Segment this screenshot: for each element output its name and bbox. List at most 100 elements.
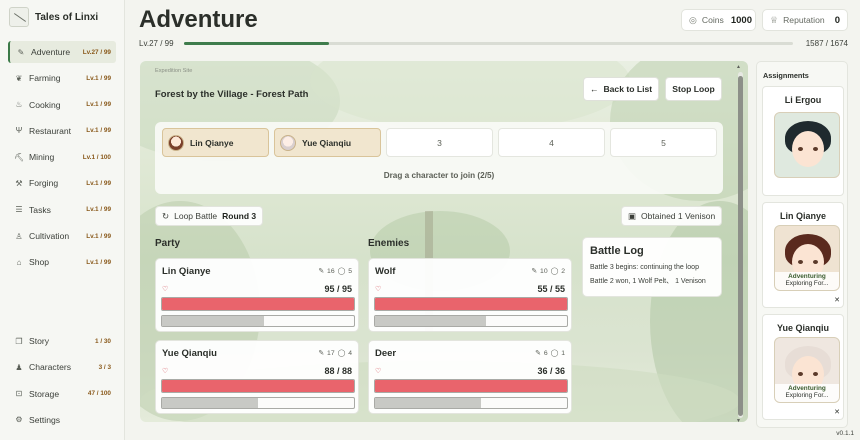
sidebar-item-level: Lv.1 / 99	[86, 101, 111, 109]
hp-bar-fill	[375, 298, 567, 310]
assignment-card[interactable]: Lin Qianye Adventuring Exploring For... ✕	[762, 202, 844, 308]
reputation-label: Reputation	[783, 15, 825, 25]
sword-icon: ✎	[318, 268, 325, 275]
shield-icon: ◯	[550, 268, 559, 275]
sidebar-item-label: Mining	[29, 152, 55, 163]
team-slot-2[interactable]: Yue Qianqiu	[274, 128, 381, 157]
portrait-eyes	[798, 372, 818, 376]
sidebar-item-level: 1 / 30	[95, 337, 111, 345]
avatar	[280, 134, 296, 151]
sidebar-item-story[interactable]: ❐ Story 1 / 30	[8, 330, 116, 352]
unit-stats: ✎ 10 ◯ 2	[531, 267, 565, 276]
loop-battle-label: Loop Battle	[174, 211, 218, 221]
team-slot-4[interactable]: 4	[498, 128, 605, 157]
coin-icon: ◎	[689, 14, 697, 25]
obtained-badge: ▣ Obtained 1 Venison	[621, 206, 723, 226]
hp-text: 88 / 88	[324, 366, 352, 376]
assignment-card[interactable]: Yue Qianqiu Adventuring Exploring For... ✕	[762, 314, 844, 420]
loop-battle-indicator: ↻ Loop Battle Round 3	[155, 206, 264, 226]
sword-icon: ✎	[531, 268, 538, 275]
brand: Tales of Linxi	[9, 7, 98, 27]
trophy-icon: ♕	[770, 14, 779, 25]
remove-icon[interactable]: ✕	[834, 408, 840, 416]
sword-icon: ✎	[535, 350, 541, 357]
sidebar-item-shop[interactable]: ⌂ Shop Lv.1 / 99	[8, 251, 116, 273]
obtained-text: Obtained 1 Venison	[641, 211, 716, 221]
attack-value: 17	[327, 349, 335, 357]
team-slot-label: Yue Qianqiu	[302, 137, 352, 148]
sidebar-item-restaurant[interactable]: Ψ Restaurant Lv.1 / 99	[8, 120, 116, 142]
forging-icon: ⚒	[15, 178, 23, 188]
team-slot-5[interactable]: 5	[610, 128, 717, 157]
unit-stats: ✎ 6 ◯ 1	[535, 349, 565, 358]
hp-bar	[161, 297, 355, 311]
status-overlay: Adventuring Exploring For...	[775, 384, 839, 402]
sidebar-item-characters[interactable]: ♟ Characters 3 / 3	[8, 356, 116, 378]
status-overlay: Adventuring Exploring For...	[775, 272, 839, 290]
hp-bar	[374, 379, 568, 393]
shop-icon: ⌂	[16, 257, 22, 267]
scrollbar-thumb[interactable]	[738, 76, 743, 416]
scroll-up-icon[interactable]: ▲	[736, 64, 741, 70]
back-to-list-label: Back to List	[603, 84, 653, 94]
team-slot-1[interactable]: Lin Qianye	[162, 128, 269, 157]
scroll-down-icon[interactable]: ▼	[736, 418, 741, 424]
team-slots-panel: Lin Qianye Yue Qianqiu 3 4 5 Drag a characte…	[155, 122, 723, 194]
sword-icon: ✎	[318, 350, 325, 357]
sidebar-item-farming[interactable]: ❦ Farming Lv.1 / 99	[8, 67, 116, 89]
sidebar-item-settings[interactable]: ⚙ Settings	[8, 409, 116, 431]
sidebar-item-label: Restaurant	[29, 125, 72, 136]
arrow-left-icon: ←	[589, 84, 599, 94]
battle-log-line: Battle 3 begins: continuing the loop	[590, 264, 699, 271]
sidebar-item-tasks[interactable]: ☰ Tasks Lv.1 / 99	[8, 199, 116, 221]
sidebar-item-label: Adventure	[31, 47, 71, 57]
character-portrait	[774, 112, 840, 178]
hp-text: 55 / 55	[537, 284, 565, 294]
action-timer-bar	[374, 315, 568, 327]
stop-loop-button[interactable]: Stop Loop	[665, 77, 722, 101]
enemy-card: Deer ✎ 6 ◯ 1 ♡ 36 / 36	[368, 340, 572, 414]
reputation-value: 0	[834, 14, 840, 26]
party-card: Lin Qianye ✎ 16 ◯ 5 ♡ 95 / 95	[155, 258, 359, 332]
battle-log: Battle Log Battle 3 begins: continuing t…	[582, 237, 722, 297]
assignments-panel: Assignments Li Ergou Lin Qianye Adventurin…	[756, 61, 848, 428]
sidebar-item-storage[interactable]: ⊡ Storage 47 / 100	[8, 383, 116, 405]
sidebar-item-level: 47 / 100	[87, 390, 111, 398]
sidebar-item-cooking[interactable]: ♨ Cooking Lv.1 / 99	[8, 94, 116, 116]
sidebar-item-label: Cooking	[29, 99, 61, 110]
sidebar-nav-bottom: ❐ Story 1 / 30 ♟ Characters 3 / 3 ⊡ Storage 47 /…	[8, 330, 116, 435]
team-slot-3[interactable]: 3	[386, 128, 493, 157]
unit-stats: ✎ 17 ◯ 4	[318, 349, 352, 358]
sidebar-item-mining[interactable]: ⛏ Mining Lv.1 / 100	[8, 146, 116, 168]
story-icon: ❐	[15, 336, 23, 346]
back-to-list-button[interactable]: ← Back to List	[583, 77, 659, 101]
attack-value: 16	[327, 267, 335, 275]
sidebar-item-adventure[interactable]: ✎ Adventure Lv.27 / 99	[8, 41, 116, 63]
sidebar-item-cultivation[interactable]: ♙ Cultivation Lv.1 / 99	[8, 225, 116, 247]
defense-value: 2	[561, 267, 565, 275]
farming-icon: ❦	[15, 73, 23, 83]
tasks-icon: ☰	[15, 205, 23, 215]
assignment-card[interactable]: Li Ergou	[762, 86, 844, 196]
sidebar-item-level: Lv.1 / 99	[86, 127, 111, 135]
enemies-title: Enemies	[368, 238, 410, 249]
remove-icon[interactable]: ✕	[834, 296, 840, 304]
expedition-site-label: Expedition Site	[155, 68, 193, 74]
enemy-card: Wolf ✎ 10 ◯ 2 ♡ 55 / 55	[368, 258, 572, 332]
sidebar: Tales of Linxi ✎ Adventure Lv.27 / 99 ❦ Farm…	[0, 0, 125, 440]
character-portrait: Adventuring Exploring For...	[774, 337, 840, 403]
sidebar-item-label: Tasks	[29, 204, 51, 215]
coins-badge: ◎ Coins 1000	[681, 9, 756, 31]
avatar	[168, 134, 184, 151]
sidebar-item-label: Storage	[29, 388, 60, 399]
character-name: Lin Qianye	[779, 211, 826, 221]
sidebar-item-level: Lv.27 / 99	[82, 48, 111, 56]
sidebar-item-forging[interactable]: ⚒ Forging Lv.1 / 99	[8, 172, 116, 194]
sidebar-item-label: Shop	[29, 257, 50, 268]
sidebar-item-level: Lv.1 / 100	[82, 153, 111, 161]
scrollbar[interactable]	[738, 72, 743, 418]
cooking-icon: ♨	[15, 100, 23, 110]
heart-icon: ♡	[375, 286, 382, 293]
reputation-badge: ♕ Reputation 0	[762, 9, 848, 31]
character-name: Yue Qianqiu	[776, 323, 829, 333]
